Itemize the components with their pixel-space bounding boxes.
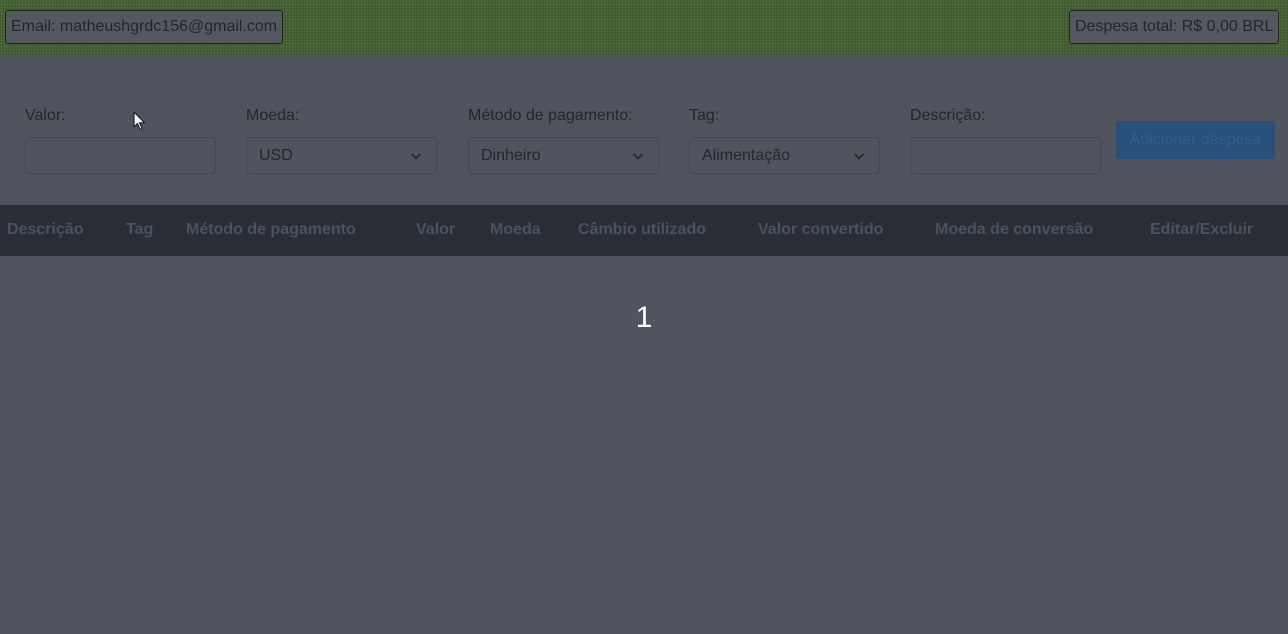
metodo-label: Método de pagamento: — [468, 107, 633, 124]
column-header-cambio: Câmbio utilizado — [578, 221, 706, 238]
page-number[interactable]: 1 — [0, 300, 1288, 336]
mouse-cursor-icon — [133, 111, 146, 131]
moeda-selected-value: USD — [259, 147, 293, 164]
total-expense: Despesa total: R$ 0,00 BRL — [1069, 10, 1279, 44]
column-header-moeda: Moeda — [490, 221, 541, 238]
metodo-select[interactable]: Dinheiro — [468, 137, 659, 174]
column-header-tag: Tag — [126, 221, 154, 238]
metodo-selected-value: Dinheiro — [481, 147, 541, 164]
descricao-label: Descrição: — [910, 107, 986, 124]
tag-select[interactable]: Alimentação — [689, 137, 880, 174]
table-header-row: Descrição Tag Método de pagamento Valor … — [0, 205, 1288, 256]
add-expense-button[interactable]: Adicionar despesa — [1116, 121, 1275, 159]
moeda-select[interactable]: USD — [246, 137, 437, 174]
column-header-valor: Valor — [416, 221, 456, 238]
tag-selected-value: Alimentação — [702, 147, 791, 164]
column-header-descricao: Descrição — [7, 221, 84, 238]
user-email: Email: matheushgrdc156@gmail.com — [5, 10, 283, 44]
valor-label: Valor: — [25, 107, 66, 124]
top-header: Email: matheushgrdc156@gmail.com Despesa… — [0, 0, 1288, 55]
chevron-down-icon — [410, 153, 422, 160]
chevron-down-icon — [853, 153, 865, 160]
metodo-field: Método de pagamento: Dinheiro — [468, 106, 659, 174]
column-header-metodo: Método de pagamento — [186, 221, 356, 238]
valor-input[interactable] — [25, 137, 216, 174]
tag-label: Tag: — [689, 107, 720, 124]
tag-field: Tag: Alimentação — [689, 106, 880, 174]
descricao-field: Descrição: — [910, 106, 1101, 174]
column-header-valor-convertido: Valor convertido — [758, 221, 884, 238]
descricao-input[interactable] — [910, 137, 1101, 174]
column-header-editar-excluir: Editar/Excluir — [1150, 221, 1254, 238]
moeda-label: Moeda: — [246, 107, 300, 124]
moeda-field: Moeda: USD — [246, 106, 437, 174]
column-header-moeda-conversao: Moeda de conversão — [935, 221, 1094, 238]
valor-field: Valor: — [25, 106, 216, 174]
chevron-down-icon — [632, 153, 644, 160]
